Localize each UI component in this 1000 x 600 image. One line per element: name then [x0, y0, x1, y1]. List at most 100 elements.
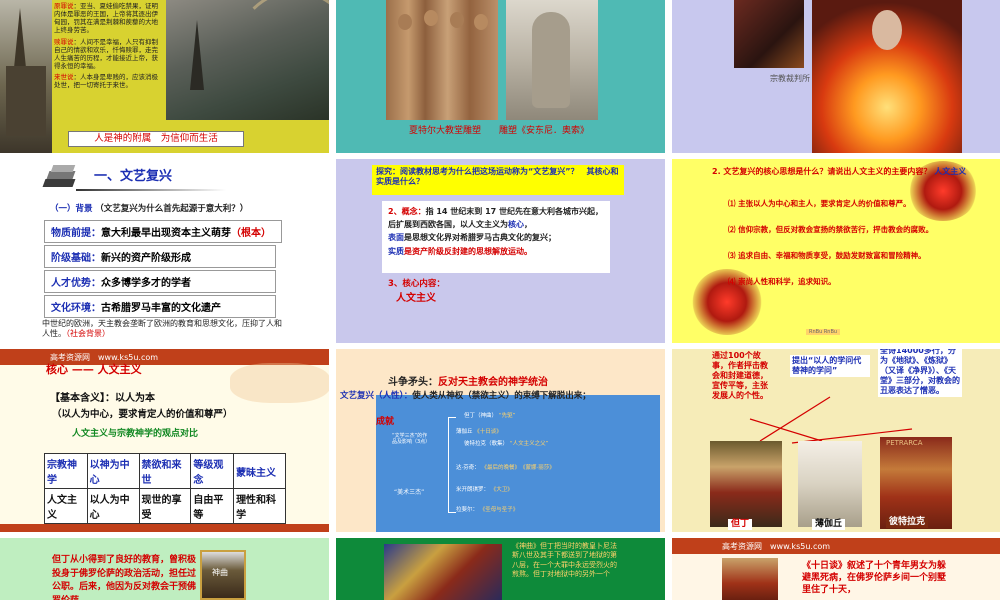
background-question: （文艺复兴为什么首先起源于意大利？）	[95, 204, 249, 214]
essence-text: 是资产阶级反封建的思想解放运动。	[404, 246, 532, 256]
question-body: 文艺复兴的核心思想是什么？请说出人文主义的主要内容？	[723, 167, 932, 176]
table-cell: 以人为中心	[86, 488, 140, 524]
table-cell: 自由平等	[190, 488, 235, 524]
slide-thumbnail-12[interactable]: 高考资源网 www.ks5u.com 《十日谈》叙述了十个青年男女为躲避黑死病，…	[672, 538, 1000, 600]
concept-text: 2、概念：指 14 世纪末到 17 世纪先在意大利各城市兴起，后扩展到西欧各国，…	[388, 205, 606, 258]
slide-thumbnail-8[interactable]: 斗争矛头：反对天主教会的神学统治 文艺复兴（人性）：使人类从神权（禁欲主义）的束…	[336, 349, 665, 532]
humanism-item: ⑵ 信仰宗教，但反对教会宣扬的禁欲苦行，抨击教会的腐败。	[728, 225, 934, 234]
struggle-target: 斗争矛头：反对天主教会的神学统治	[388, 377, 548, 390]
achievement-entry: 拉斐尔： 《圣母与圣子》	[456, 507, 518, 514]
slide-thumbnail-2[interactable]: 夏特尔大教堂雕塑 雕塑《安东尼．奥索》	[336, 0, 665, 153]
question-text: 2. 文艺复兴的核心思想是什么？请说出人文主义的主要内容？ 人文主义	[712, 167, 972, 177]
background-heading: （一）背景 （文艺复兴为什么首先起源于意大利？）	[50, 204, 248, 215]
portrait-signature: PETRARCA	[886, 439, 923, 447]
surface-text: 是思想文化界对希腊罗马古典文化的复兴；	[404, 233, 556, 243]
statue-head	[474, 14, 488, 30]
surface-label: 表面	[388, 233, 404, 243]
concept-label: 2、概念：	[388, 207, 426, 216]
petrarca-portrait	[880, 437, 952, 529]
concept-core: 核心	[508, 220, 524, 230]
portrait-label: 彼特拉克	[886, 517, 929, 529]
doctrine-label: 来世说	[54, 73, 74, 81]
cathedral-spire	[14, 8, 26, 68]
title-underline	[76, 189, 226, 191]
table-row: 宗教神学 以神为中心 禁欲和来世 等级观念 蒙昧主义	[44, 453, 286, 489]
doctrine-label: 赎罪说	[54, 37, 74, 46]
achievement-name: 薄伽丘	[456, 429, 473, 435]
site-header-text: 高考资源网 www.ks5u.com	[50, 353, 159, 362]
row-label: 物质前提：	[51, 228, 101, 239]
effect-label: 文艺复兴（人性）：	[340, 391, 413, 401]
core-title: 核心 —— 人文主义	[46, 363, 142, 376]
background-label: （一）背景	[50, 204, 93, 214]
section-title: 一、文艺复兴	[94, 169, 173, 184]
achievement-name: 达·芬奇：	[456, 465, 480, 471]
table-cell: 禁欲和来世	[138, 453, 192, 489]
slide-thumbnail-6[interactable]: 2. 文艺复兴的核心思想是什么？请说出人文主义的主要内容？ 人文主义 ⑴ 主张以…	[672, 159, 1000, 343]
achievement-work: 《最后的晚餐》 《蒙娜·丽莎》	[481, 465, 555, 471]
table-cell: 理性和科学	[233, 488, 286, 524]
slide-thumbnail-11[interactable]: 《神曲》但丁把当时的教皇卜尼法斯八世及其手下都送到了地狱的第八层，在一个大罪中永…	[336, 538, 665, 600]
effect-text: 使人类从神权（禁欲主义）的束缚下解脱出来；	[412, 391, 591, 401]
basic-meaning-detail: （以人为中心，要求肯定人的价值和尊严）	[52, 409, 233, 420]
row-text: 古希腊罗马丰富的文化遗产	[101, 303, 221, 314]
dante-portrait	[710, 441, 782, 527]
struggle-value: 反对天主教会的神学统治	[438, 377, 548, 388]
social-background-note: 中世纪的欧洲，天主教会垄断了欧洲的教育和思想文化，压抑了人和人性。（社会背景）	[42, 319, 288, 339]
row-label: 阶级基础：	[51, 253, 101, 264]
achievement-entry: 薄伽丘 《十日谈》	[456, 429, 502, 436]
slide-thumbnail-7[interactable]: 高考资源网 www.ks5u.com 核心 —— 人文主义 【基本含义】：以人为…	[0, 349, 329, 532]
achievement-work: 《圣母与圣子》	[479, 507, 519, 513]
site-header-text: 高考资源网 www.ks5u.com	[722, 542, 831, 551]
achievement-entry: 彼特拉克（歌集） “人文主义之父”	[464, 441, 548, 448]
slide-thumbnail-1[interactable]: 原罪说：亚当、夏娃偷吃禁果，证明内体是罪恶的王国，上帝将其逐出伊甸园，罚其在满是…	[0, 0, 329, 153]
table-cell: 人文主义	[44, 488, 88, 524]
divine-comedy-description: 《神曲》但丁把当时的教皇卜尼法斯八世及其手下都送到了地狱的第八层，在一个大罪中永…	[512, 542, 617, 579]
dante-bio-text: 但丁从小得到了良好的教育，曾积极投身于佛罗伦萨的政治活动，担任过公职。后来，他因…	[52, 555, 197, 600]
explore-question: 探究：阅读教材思考为什么把这场运动称为“文艺复兴”？ 其核心和实质是什么？	[372, 165, 624, 195]
inquisition-painting-small	[734, 0, 804, 68]
achievement-work: 《大卫》	[490, 487, 513, 493]
decorative-swirl	[230, 363, 329, 403]
row-text: 新兴的资产阶级形成	[101, 253, 191, 264]
renaissance-effect: 文艺复兴（人性）：使人类从神权（禁欲主义）的束缚下解脱出来；	[340, 391, 664, 402]
slide-thumbnail-10[interactable]: 但丁从小得到了良好的教育，曾积极投身于佛罗伦萨的政治活动，担任过公职。后来，他因…	[0, 538, 329, 600]
three-artists-tag: “美术三杰”	[394, 489, 425, 496]
slide1-footer-banner: 人是神的附属 为信仰而生活	[68, 131, 244, 147]
portrait-label: 但丁	[728, 519, 753, 531]
achievements-label: 成就	[376, 417, 395, 427]
illuminated-manuscript	[384, 544, 502, 600]
slide-thumbnail-3[interactable]: 宗教裁判所	[672, 0, 1000, 153]
statue-head	[398, 14, 412, 30]
humanism-item: ⑶ 追求自由、幸福和物质享受，鼓励发财致富和冒险精神。	[728, 251, 926, 260]
boccaccio-portrait	[798, 441, 862, 527]
comparison-table: 宗教神学 以神为中心 禁欲和来世 等级观念 蒙昧主义 人文主义 以人为中心 现世…	[44, 453, 286, 524]
achievement-entry: 达·芬奇： 《最后的晚餐》 《蒙娜·丽莎》	[456, 465, 555, 472]
slide-thumbnail-9[interactable]: 通过100个故事，作者抨击教会和封建道德，宣传平等，主张发展人的个性。 提出“以…	[672, 349, 1000, 532]
achievement-work: “先驱”	[498, 413, 516, 419]
achievement-name: 米开朗琪罗：	[456, 487, 490, 493]
slide-thumbnail-5[interactable]: 探究：阅读教材思考为什么把这场运动称为“文艺复兴”？ 其核心和实质是什么？ 2、…	[336, 159, 665, 343]
essence-label: 实质	[388, 246, 404, 256]
slide-thumbnail-4[interactable]: 一、文艺复兴 （一）背景 （文艺复兴为什么首先起源于意大利？） 物质前提：意大利…	[0, 159, 329, 343]
core-content-label: 3、核心内容：	[388, 279, 445, 289]
background-row: 人才优势：众多博学多才的学者	[44, 270, 276, 293]
achievement-work: 《十日谈》	[474, 429, 502, 435]
comparison-caption: 人文主义与宗教神学的观点对比	[72, 429, 199, 439]
achievement-name: 彼特拉克（歌集）	[464, 441, 509, 447]
three-writers-tag: “文学三杰”的作品及影响（3点）	[392, 433, 431, 446]
slide-stamp: RnBu RnBu	[806, 329, 841, 336]
background-row: 物质前提：意大利最早出现资本主义萌芽（根本）	[44, 220, 282, 243]
row-label: 人才优势：	[51, 278, 101, 289]
table-cell: 宗教神学	[44, 453, 88, 489]
achievement-entry: 但丁（神曲） “先驱”	[464, 413, 515, 420]
row-text: 众多博学多才的学者	[101, 278, 191, 289]
row-text: 意大利最早出现资本主义萌芽	[101, 228, 231, 239]
site-header-bar: 高考资源网 www.ks5u.com	[672, 538, 1000, 554]
books-icon	[42, 165, 76, 189]
question-answer: 人文主义	[934, 167, 967, 176]
question-number: 2.	[712, 167, 721, 176]
humanism-item: ⑴ 主张以人为中心和主人，要求肯定人的价值和尊严。	[728, 199, 911, 208]
book-title: 神曲	[212, 568, 228, 577]
achievement-name: 拉斐尔：	[456, 507, 479, 513]
